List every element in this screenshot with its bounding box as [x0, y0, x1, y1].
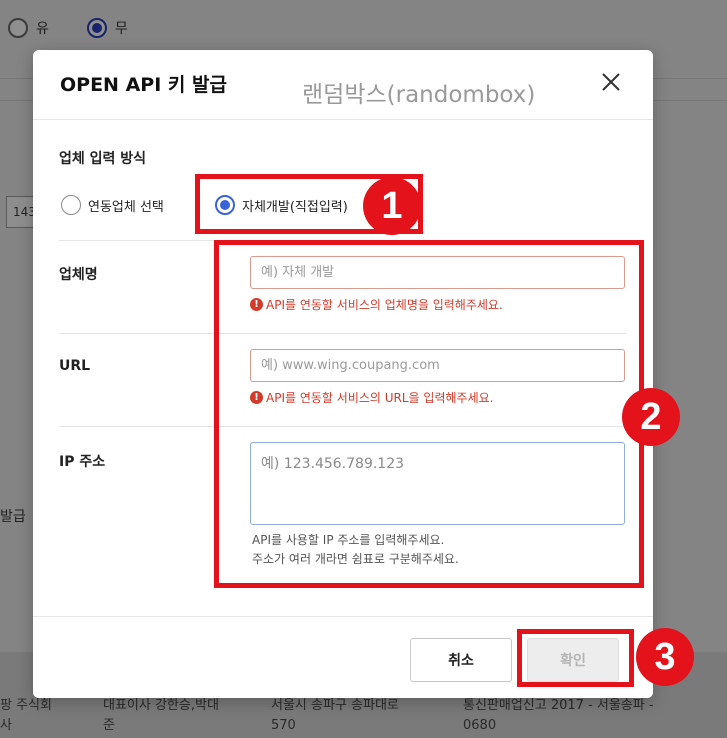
background-radio-yes[interactable] [8, 18, 28, 38]
modal-header: OPEN API 키 발급 랜덤박스(randombox) [33, 50, 653, 120]
input-method-title: 업체 입력 방식 [59, 151, 147, 167]
ip-address-label: IP 주소 [59, 454, 106, 470]
url-label: URL [59, 358, 91, 374]
footer-registration: 통신판매업신고 2017 - 서울송파 - 0680 [463, 696, 654, 736]
company-name-label: 업체명 [59, 267, 98, 283]
cancel-button[interactable]: 취소 [410, 638, 512, 682]
background-radio-group: 유 무 [8, 18, 128, 38]
footer-ceo-line: 대표이사 강한승,박대 [103, 698, 219, 713]
footer-ceo-line: 준 [103, 718, 115, 733]
footer-address-line: 570 [271, 718, 296, 733]
footer-company-line: 사 [0, 718, 12, 733]
footer-company-line: 팡 주식회 [0, 698, 52, 713]
footer-address: 서울시 송파구 송파대로 570 [271, 696, 399, 736]
close-icon[interactable] [597, 68, 625, 96]
background-side-label: 발급 [0, 509, 26, 525]
annotation-box-2 [214, 240, 644, 588]
annotation-box-3 [517, 629, 634, 687]
footer-ceo: 대표이사 강한승,박대 준 [103, 696, 219, 736]
footer-address-line: 서울시 송파구 송파대로 [271, 698, 399, 713]
radio-linked-company[interactable]: 연동업체 선택 [61, 195, 164, 215]
background-radio-yes-label: 유 [36, 21, 49, 37]
radio-linked-company-circle[interactable] [61, 195, 81, 215]
footer-company: 팡 주식회 사 [0, 696, 52, 736]
background-radio-no[interactable] [86, 18, 107, 38]
watermark: 랜덤박스(randombox) [302, 82, 536, 108]
modal-title: OPEN API 키 발급 [60, 74, 227, 96]
footer-registration-line: 0680 [463, 718, 497, 733]
background-radio-no-label: 무 [114, 21, 128, 37]
annotation-badge-3: 3 [636, 628, 694, 686]
footer-registration-line: 통신판매업신고 2017 - 서울송파 - [463, 698, 654, 713]
annotation-badge-1: 1 [363, 177, 421, 235]
background-input[interactable]: 143 [6, 196, 36, 228]
annotation-badge-2: 2 [622, 388, 680, 446]
radio-linked-company-label: 연동업체 선택 [88, 199, 164, 215]
